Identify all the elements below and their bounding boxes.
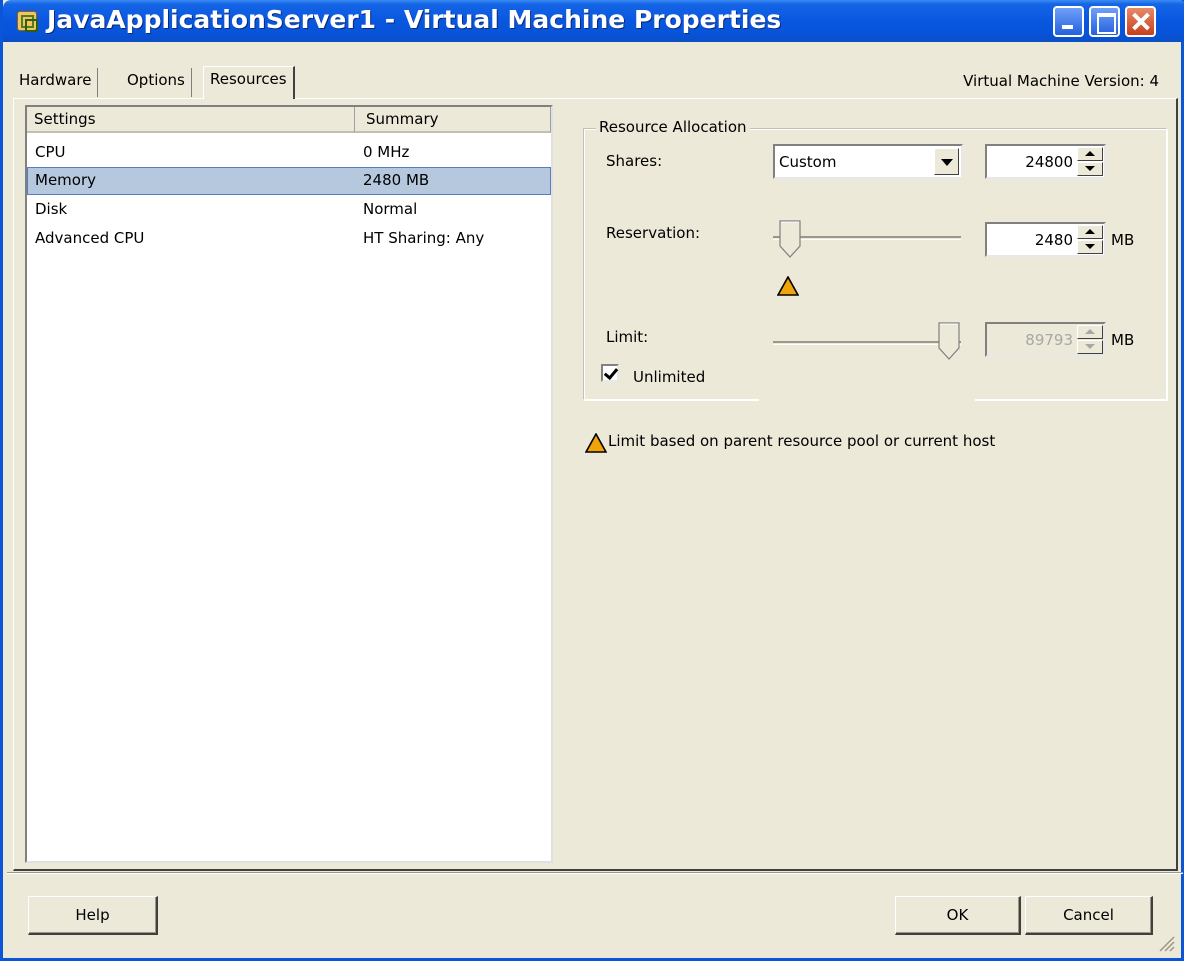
setting-name: Memory <box>35 171 97 189</box>
setting-name: CPU <box>35 143 66 161</box>
unlimited-checkbox[interactable] <box>601 364 619 382</box>
reservation-slider-track[interactable] <box>773 236 961 240</box>
limit-note: Limit based on parent resource pool or c… <box>608 432 996 450</box>
list-item[interactable]: Advanced CPU HT Sharing: Any <box>27 225 551 253</box>
close-button[interactable] <box>1125 6 1156 37</box>
setting-summary: HT Sharing: Any <box>363 229 485 247</box>
warning-triangle-icon <box>584 432 608 453</box>
list-item[interactable]: Memory 2480 MB <box>27 167 551 195</box>
shares-selected-value: Custom <box>779 153 837 171</box>
shares-dropdown[interactable]: Custom <box>773 144 963 179</box>
tab-hardware[interactable]: Hardware <box>13 68 99 97</box>
resize-grip-icon[interactable] <box>1157 934 1175 952</box>
window-title: JavaApplicationServer1 - Virtual Machine… <box>47 5 782 34</box>
list-header: Settings Summary <box>27 107 551 133</box>
tab-options[interactable]: Options <box>121 68 192 97</box>
limit-value: 89793 <box>1025 331 1073 349</box>
groupbox-gap <box>759 393 975 403</box>
shares-down-arrow-icon[interactable] <box>1077 162 1103 176</box>
ok-button[interactable]: OK <box>895 896 1021 935</box>
vm-app-icon <box>17 11 38 32</box>
title-bar[interactable]: JavaApplicationServer1 - Virtual Machine… <box>3 0 1184 42</box>
setting-name: Disk <box>35 200 68 218</box>
reservation-stepper[interactable]: 2480 <box>985 222 1106 257</box>
list-item[interactable]: CPU 0 MHz <box>27 139 551 167</box>
vm-version-label: Virtual Machine Version: 4 <box>963 72 1159 90</box>
setting-name: Advanced CPU <box>35 229 145 247</box>
setting-summary: 0 MHz <box>363 143 410 161</box>
column-header-summary[interactable]: Summary <box>355 107 551 133</box>
setting-summary: Normal <box>363 200 418 218</box>
reservation-down-arrow-icon[interactable] <box>1077 240 1103 254</box>
limit-down-arrow-icon <box>1077 340 1103 354</box>
shares-value[interactable]: 24800 <box>1025 153 1073 171</box>
setting-summary: 2480 MB <box>363 171 430 189</box>
shares-up-arrow-icon[interactable] <box>1077 147 1103 161</box>
chevron-down-icon[interactable] <box>934 148 959 175</box>
group-label: Resource Allocation <box>596 118 750 136</box>
reservation-label: Reservation: <box>606 224 701 242</box>
unlimited-label[interactable]: Unlimited <box>633 368 705 386</box>
warning-triangle-icon <box>776 275 800 296</box>
cancel-button[interactable]: Cancel <box>1025 896 1153 935</box>
column-header-settings[interactable]: Settings <box>27 107 355 133</box>
reservation-value[interactable]: 2480 <box>1035 231 1073 249</box>
help-button[interactable]: Help <box>28 896 158 935</box>
shares-label: Shares: <box>606 152 663 170</box>
shares-stepper[interactable]: 24800 <box>985 144 1106 179</box>
footer-divider <box>7 872 1183 874</box>
limit-stepper: 89793 <box>985 322 1106 357</box>
limit-up-arrow-icon <box>1077 325 1103 339</box>
limit-label: Limit: <box>606 328 649 346</box>
reservation-slider-thumb[interactable] <box>779 220 801 258</box>
limit-slider-track[interactable] <box>773 341 961 345</box>
settings-list[interactable]: Settings Summary CPU 0 MHz Memory 2480 M… <box>25 105 553 863</box>
limit-unit: MB <box>1111 331 1135 349</box>
maximize-button[interactable] <box>1089 6 1120 37</box>
minimize-button[interactable] <box>1053 6 1084 37</box>
tab-resources[interactable]: Resources <box>203 66 295 99</box>
reservation-up-arrow-icon[interactable] <box>1077 225 1103 239</box>
list-item[interactable]: Disk Normal <box>27 196 551 224</box>
limit-slider-thumb[interactable] <box>938 322 960 360</box>
reservation-unit: MB <box>1111 231 1135 249</box>
dialog-window: JavaApplicationServer1 - Virtual Machine… <box>0 0 1184 961</box>
